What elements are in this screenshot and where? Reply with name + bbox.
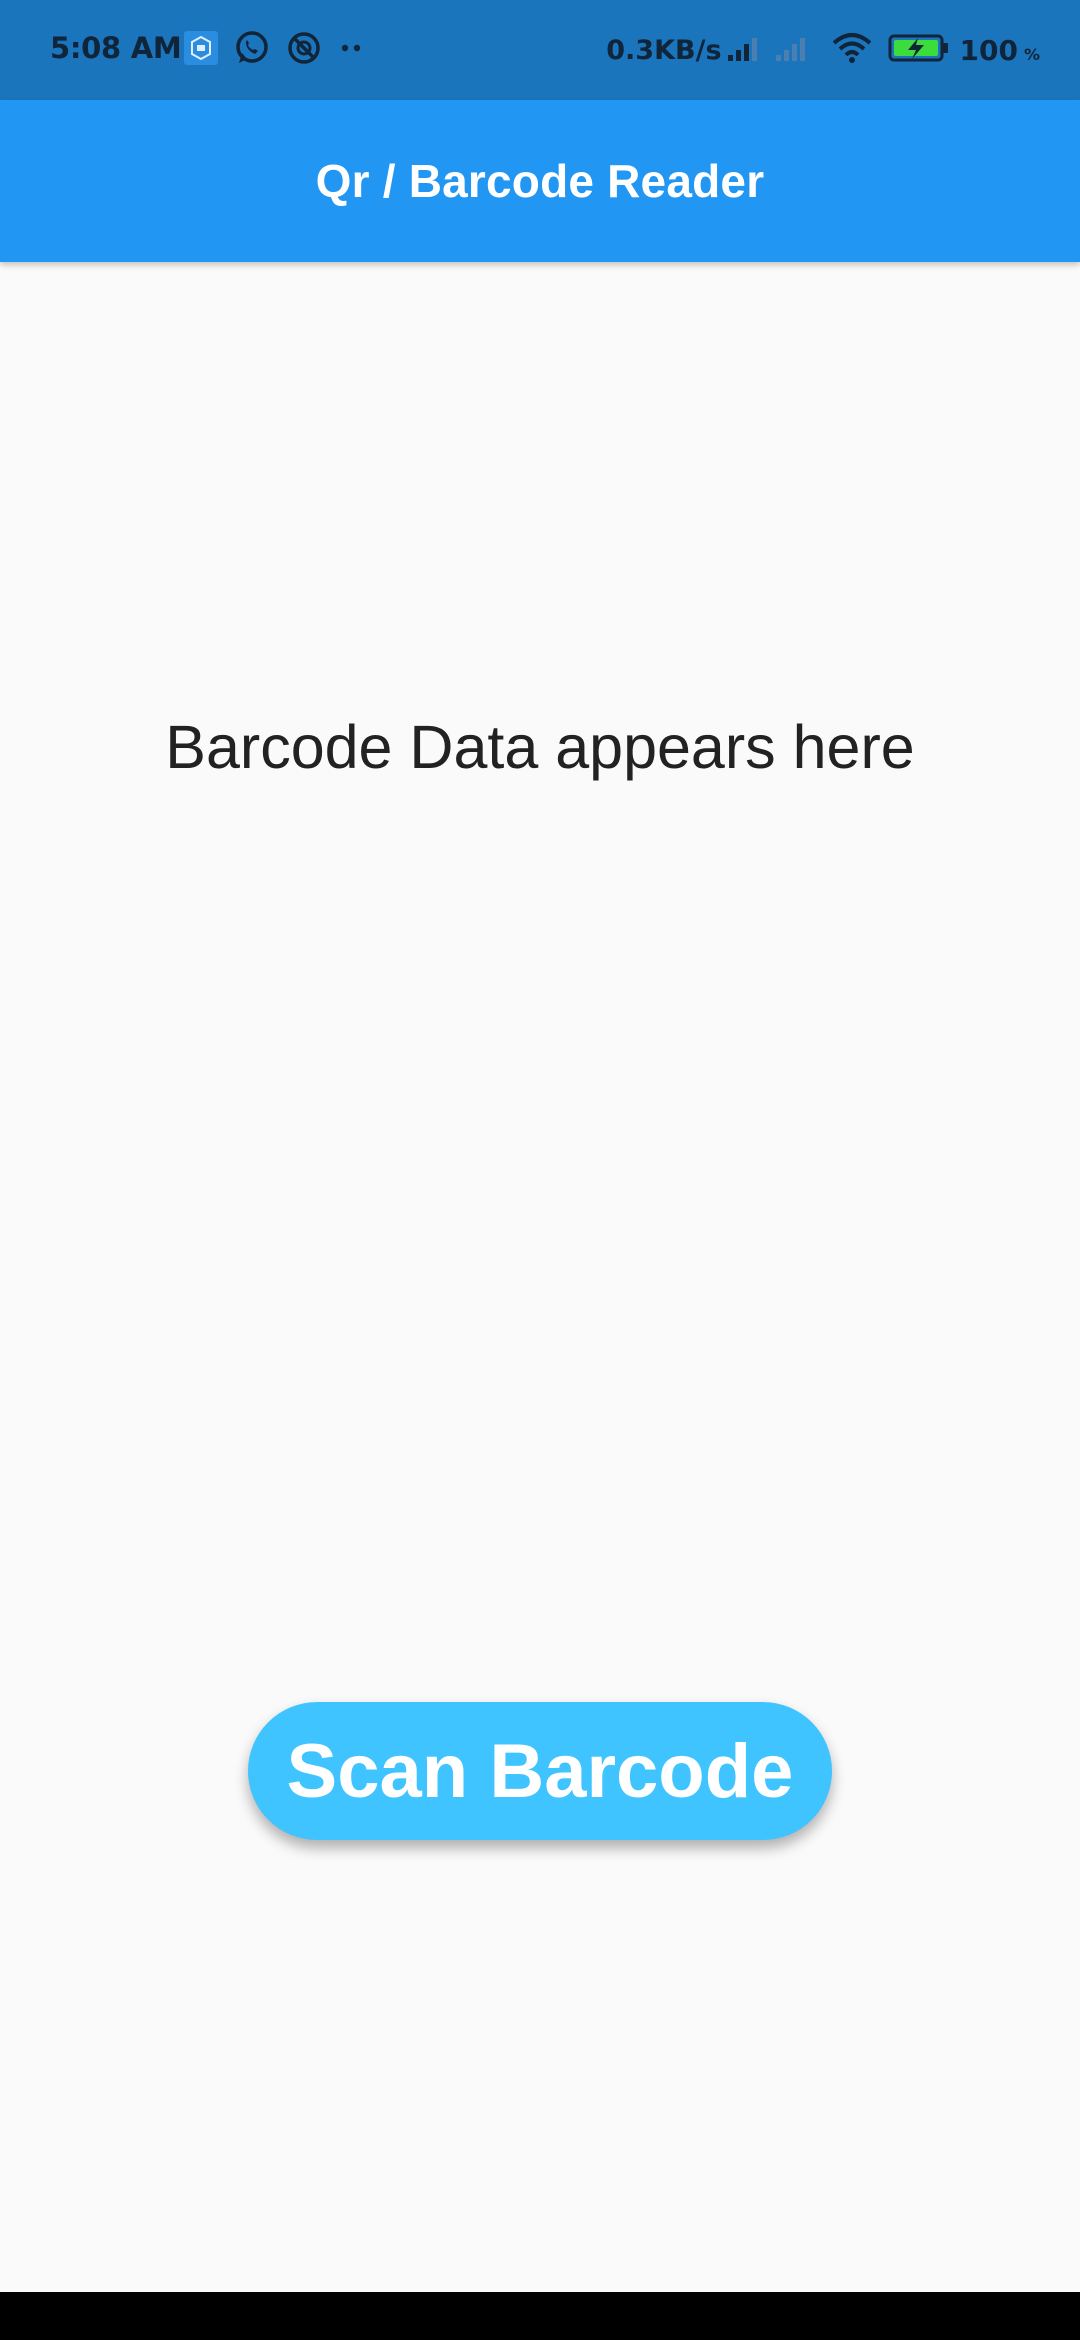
blocked-icon <box>285 29 323 71</box>
battery-icon <box>888 33 950 67</box>
signal-icon-2 <box>774 33 814 67</box>
mi-app-icon <box>183 30 219 70</box>
battery-unit: % <box>1023 45 1040 64</box>
notification-icons <box>183 28 381 72</box>
more-dots-icon <box>337 38 367 62</box>
scan-barcode-button[interactable]: Scan Barcode <box>248 1702 832 1840</box>
app-bar: Qr / Barcode Reader <box>0 100 1080 262</box>
network-speed: 0.3KB/s <box>606 34 722 66</box>
signal-icon <box>726 33 766 67</box>
wifi-icon <box>830 31 874 69</box>
barcode-data-text: Barcode Data appears here <box>165 713 915 781</box>
main-content: Barcode Data appears here Scan Barcode <box>0 262 1080 2292</box>
app-title: Qr / Barcode Reader <box>315 155 765 207</box>
status-bar: 5:08 AM 0.3KB/s 100 % <box>0 0 1080 100</box>
whatsapp-icon <box>233 29 271 71</box>
status-time: 5:08 AM <box>50 31 182 65</box>
system-nav-bar <box>0 2292 1080 2340</box>
battery-level: 100 <box>959 33 1018 67</box>
status-right: 0.3KB/s 100 % <box>606 26 1040 74</box>
